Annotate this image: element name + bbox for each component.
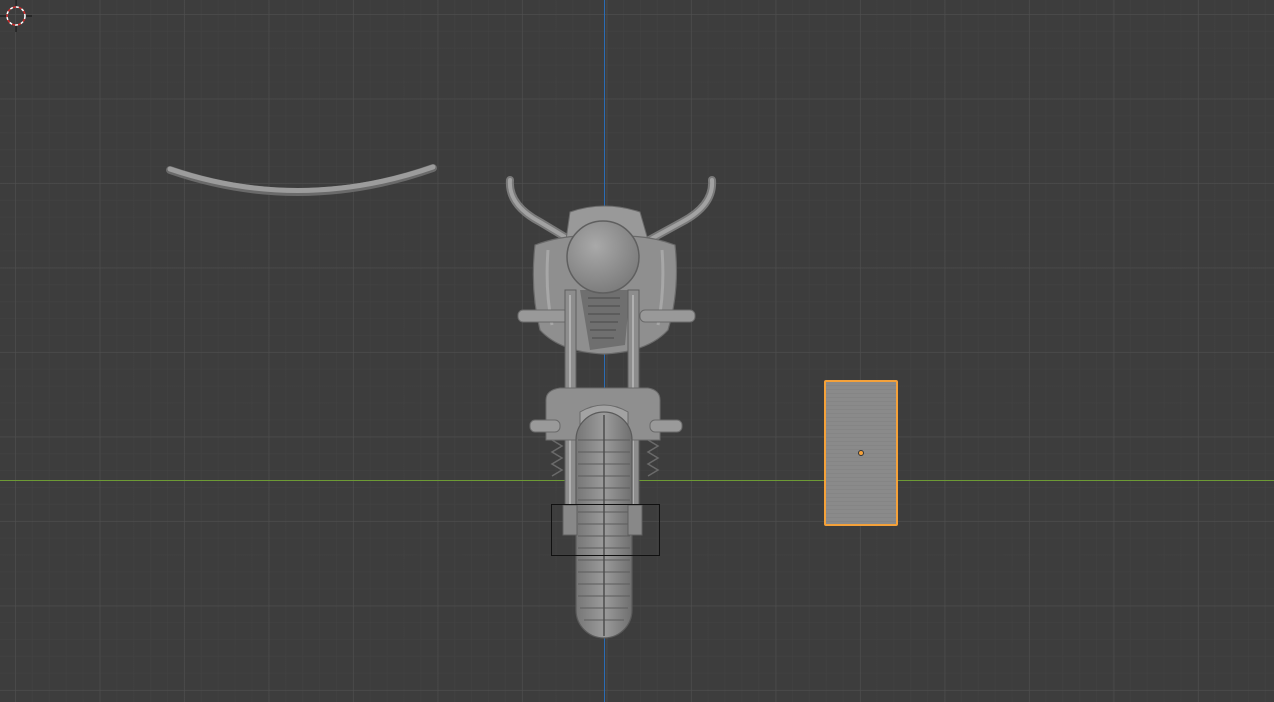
object-origin-dot	[858, 450, 864, 456]
empty-object-bounds[interactable]	[551, 504, 660, 556]
motorcycle-object[interactable]	[505, 176, 717, 639]
curve-tube-object[interactable]	[166, 164, 437, 196]
3d-cursor-icon[interactable]	[0, 0, 32, 32]
scene-objects	[166, 164, 717, 639]
3d-viewport[interactable]	[0, 0, 1274, 702]
